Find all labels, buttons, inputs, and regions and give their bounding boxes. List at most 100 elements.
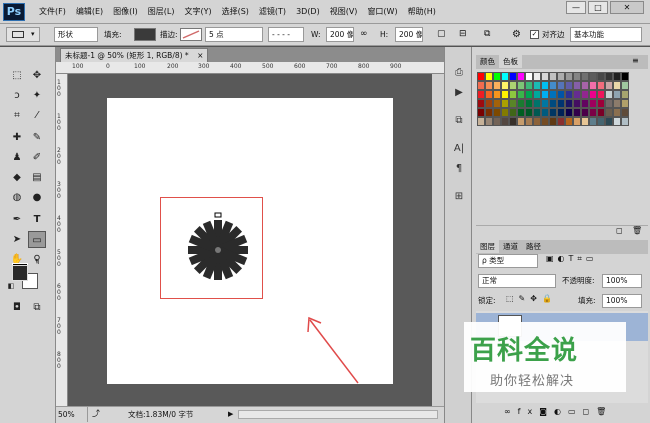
status-menu-arrow-icon[interactable]: ▶ (228, 407, 233, 422)
color-swatch[interactable] (541, 99, 549, 108)
gradient-tool-icon[interactable]: ▤ (28, 169, 46, 186)
color-swatch[interactable] (565, 72, 573, 81)
color-swatch[interactable] (581, 117, 589, 126)
tab-channels[interactable]: 通道 (499, 240, 522, 253)
color-swatch[interactable] (517, 117, 525, 126)
menu-edit[interactable]: 编辑(E) (71, 6, 108, 20)
color-swatch[interactable] (573, 99, 581, 108)
color-swatch[interactable] (565, 99, 573, 108)
close-button[interactable]: ✕ (610, 1, 644, 14)
maximize-button[interactable]: □ (588, 1, 608, 14)
brush-tool-icon[interactable]: ✎ (28, 129, 46, 146)
color-swatch[interactable] (549, 90, 557, 99)
quick-mask-icon[interactable]: ◘ (8, 299, 26, 316)
color-swatch[interactable] (597, 72, 605, 81)
healing-brush-tool-icon[interactable]: ✚ (8, 129, 26, 146)
starburst-shape[interactable] (178, 210, 258, 290)
color-swatch[interactable] (573, 90, 581, 99)
path-alignment-icon[interactable]: ⊟ (459, 28, 467, 41)
color-swatch[interactable] (509, 81, 517, 90)
color-swatch[interactable] (533, 108, 541, 117)
color-swatch[interactable] (597, 117, 605, 126)
quick-select-tool-icon[interactable]: ✦ (28, 87, 46, 104)
color-swatch[interactable] (565, 117, 573, 126)
color-swatch[interactable] (509, 108, 517, 117)
fill-swatch[interactable] (134, 28, 156, 41)
height-field[interactable]: 200 像 (395, 27, 423, 42)
color-swatch[interactable] (621, 117, 629, 126)
color-swatch[interactable] (533, 117, 541, 126)
zoom-level[interactable]: 50% (56, 407, 88, 422)
color-swatch[interactable] (581, 72, 589, 81)
color-swatch[interactable] (485, 117, 493, 126)
marquee-tool-icon[interactable]: ⬚ (8, 67, 26, 84)
color-swatch[interactable] (485, 108, 493, 117)
color-swatch[interactable] (589, 72, 597, 81)
color-swatch[interactable] (477, 108, 485, 117)
menu-file[interactable]: 文件(F) (34, 6, 71, 20)
color-swatch[interactable] (477, 90, 485, 99)
color-swatch[interactable] (581, 90, 589, 99)
eraser-tool-icon[interactable]: ◆ (8, 169, 26, 186)
color-swatch[interactable] (541, 72, 549, 81)
move-tool-icon[interactable]: ✥ (28, 67, 46, 84)
document-tab[interactable]: 未标题-1 @ 50% (矩形 1, RGB/8) * × (60, 48, 209, 62)
lock-icons[interactable]: ⬚✎✥🔒 (506, 294, 557, 303)
color-swatch[interactable] (477, 117, 485, 126)
color-swatch[interactable] (533, 72, 541, 81)
color-swatch[interactable] (589, 117, 597, 126)
default-colors-icon[interactable]: ◧ (6, 281, 16, 291)
tool-preset-picker[interactable]: ▾ (6, 27, 40, 42)
color-swatch[interactable] (605, 99, 613, 108)
color-swatch[interactable] (589, 99, 597, 108)
color-swatch[interactable] (493, 81, 501, 90)
color-swatch[interactable] (525, 108, 533, 117)
width-field[interactable]: 200 像 (326, 27, 354, 42)
color-swatch[interactable] (605, 90, 613, 99)
color-swatch[interactable] (541, 81, 549, 90)
link-icon[interactable]: ∞ (360, 28, 368, 41)
tab-paths[interactable]: 路径 (522, 240, 545, 253)
color-swatch[interactable] (597, 90, 605, 99)
color-swatch[interactable] (605, 108, 613, 117)
type-tool-icon[interactable]: T (28, 211, 46, 228)
menu-window[interactable]: 窗口(W) (362, 6, 402, 20)
color-swatch[interactable] (517, 99, 525, 108)
opacity-field[interactable]: 100% (602, 274, 642, 288)
paragraph-panel-icon[interactable]: ¶ (448, 160, 470, 178)
color-swatch[interactable] (517, 108, 525, 117)
horizontal-scrollbar[interactable] (238, 410, 438, 419)
layer-filter-icons[interactable]: ▣◐T⌗▭ (546, 254, 598, 264)
menu-view[interactable]: 视图(V) (325, 6, 363, 20)
color-swatch[interactable] (501, 72, 509, 81)
color-swatch[interactable] (533, 99, 541, 108)
color-swatch[interactable] (573, 117, 581, 126)
new-swatch-icon[interactable]: ◻ (616, 226, 623, 235)
path-selection-tool-icon[interactable]: ➤ (8, 231, 26, 248)
menu-layer[interactable]: 图层(L) (143, 6, 180, 20)
tab-layers[interactable]: 图层 (476, 240, 499, 253)
color-swatch[interactable] (557, 72, 565, 81)
align-edges-checkbox[interactable]: ✓ (530, 30, 539, 39)
color-swatch[interactable] (501, 99, 509, 108)
color-swatch[interactable] (589, 81, 597, 90)
color-swatch[interactable] (613, 108, 621, 117)
properties-panel-icon[interactable]: ⊞ (448, 188, 470, 206)
color-swatch[interactable] (613, 117, 621, 126)
tab-color[interactable]: 颜色 (476, 55, 499, 68)
tab-swatches[interactable]: 色板 (499, 55, 522, 68)
menu-help[interactable]: 帮助(H) (403, 6, 441, 20)
color-swatch[interactable] (525, 72, 533, 81)
color-swatch[interactable] (557, 81, 565, 90)
color-swatch[interactable] (525, 99, 533, 108)
rectangle-tool-icon[interactable]: ▭ (28, 231, 46, 248)
color-swatch[interactable] (621, 99, 629, 108)
color-swatch[interactable] (597, 99, 605, 108)
gear-icon[interactable]: ⚙ (512, 28, 521, 41)
menu-type[interactable]: 文字(Y) (179, 6, 216, 20)
color-swatch[interactable] (541, 117, 549, 126)
color-swatch[interactable] (501, 90, 509, 99)
color-swatch[interactable] (557, 108, 565, 117)
screen-mode-icon[interactable]: ⧉ (28, 299, 46, 316)
color-swatch[interactable] (573, 72, 581, 81)
